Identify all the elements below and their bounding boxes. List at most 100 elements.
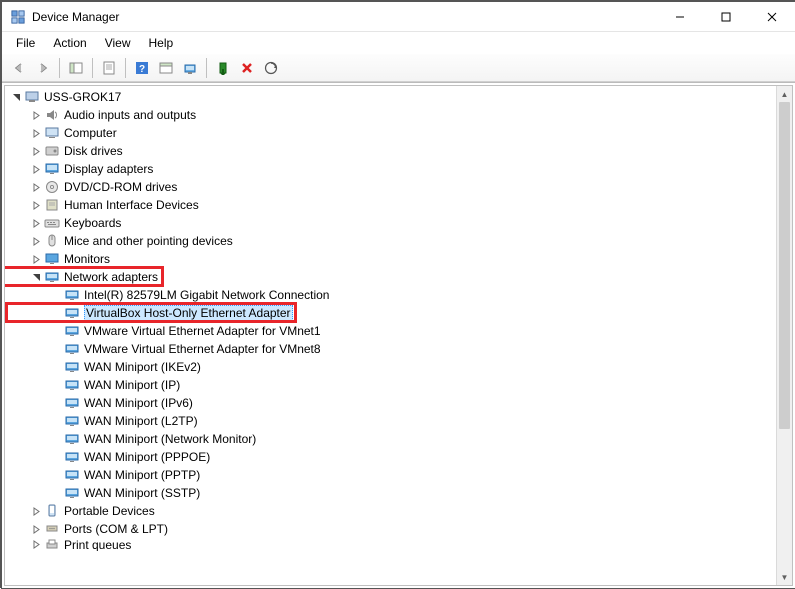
close-button[interactable]	[749, 2, 795, 31]
expand-icon[interactable]	[29, 234, 43, 248]
tree-item-label: Network adapters	[64, 270, 158, 284]
tree-item-label: Ports (COM & LPT)	[64, 522, 168, 536]
tree-device[interactable]: WAN Miniport (L2TP)	[5, 412, 776, 430]
tree-device[interactable]: WAN Miniport (IPv6)	[5, 394, 776, 412]
menu-view[interactable]: View	[97, 34, 139, 52]
display-icon	[44, 161, 60, 177]
enable-device-button[interactable]	[212, 57, 234, 79]
tree-item-label: VMware Virtual Ethernet Adapter for VMne…	[84, 342, 321, 356]
expand-icon[interactable]	[29, 538, 43, 551]
tree-category[interactable]: Print queues	[5, 538, 776, 551]
window-title: Device Manager	[32, 10, 657, 24]
expand-icon[interactable]	[29, 216, 43, 230]
expander-placeholder	[49, 414, 63, 428]
expand-icon[interactable]	[29, 252, 43, 266]
tree-root[interactable]: USS-GROK17	[5, 88, 776, 106]
tree-device[interactable]: WAN Miniport (PPTP)	[5, 466, 776, 484]
expander-placeholder	[49, 396, 63, 410]
scroll-up-button[interactable]: ▲	[777, 86, 792, 102]
monitor-icon	[44, 251, 60, 267]
update-driver-button[interactable]	[179, 57, 201, 79]
tree-device[interactable]: WAN Miniport (IKEv2)	[5, 358, 776, 376]
computer-icon	[44, 125, 60, 141]
tree-category[interactable]: Ports (COM & LPT)	[5, 520, 776, 538]
help-button[interactable]: ?	[131, 57, 153, 79]
minimize-button[interactable]	[657, 2, 703, 31]
titlebar: Device Manager	[2, 2, 795, 32]
network-adapter-icon	[64, 323, 80, 339]
tree-device[interactable]: WAN Miniport (PPPOE)	[5, 448, 776, 466]
toolbar: ?	[2, 54, 795, 82]
tree-item-label: USS-GROK17	[44, 90, 121, 104]
dvd-icon	[44, 179, 60, 195]
expand-icon[interactable]	[29, 108, 43, 122]
back-button[interactable]	[8, 57, 30, 79]
expand-icon[interactable]	[29, 504, 43, 518]
tree-item-label: Intel(R) 82579LM Gigabit Network Connect…	[84, 288, 329, 302]
expand-icon[interactable]	[29, 180, 43, 194]
expand-icon[interactable]	[29, 198, 43, 212]
tree-category[interactable]: Keyboards	[5, 214, 776, 232]
maximize-button[interactable]	[703, 2, 749, 31]
uninstall-device-button[interactable]	[236, 57, 258, 79]
expander-placeholder	[49, 306, 63, 320]
keyboard-icon	[44, 215, 60, 231]
ports-icon	[44, 521, 60, 537]
show-hide-tree-button[interactable]	[65, 57, 87, 79]
tree-category[interactable]: DVD/CD-ROM drives	[5, 178, 776, 196]
tree-device[interactable]: VMware Virtual Ethernet Adapter for VMne…	[5, 322, 776, 340]
network-adapter-icon	[64, 413, 80, 429]
tree-device[interactable]: WAN Miniport (SSTP)	[5, 484, 776, 502]
network-adapter-icon	[64, 485, 80, 501]
scroll-down-button[interactable]: ▼	[777, 569, 792, 585]
tree-category[interactable]: Computer	[5, 124, 776, 142]
tree-category[interactable]: Human Interface Devices	[5, 196, 776, 214]
vertical-scrollbar[interactable]: ▲ ▼	[776, 86, 792, 585]
collapse-icon[interactable]	[29, 270, 43, 284]
network-adapter-icon	[64, 395, 80, 411]
tree-item-label: Keyboards	[64, 216, 121, 230]
device-tree[interactable]: USS-GROK17 Audio inputs and outputsComput…	[5, 86, 776, 585]
tree-item-label: WAN Miniport (IP)	[84, 378, 180, 392]
forward-button[interactable]	[32, 57, 54, 79]
tree-category[interactable]: Disk drives	[5, 142, 776, 160]
tree-device[interactable]: VMware Virtual Ethernet Adapter for VMne…	[5, 340, 776, 358]
menu-help[interactable]: Help	[141, 34, 182, 52]
hid-icon	[44, 197, 60, 213]
tree-category[interactable]: Portable Devices	[5, 502, 776, 520]
portable-icon	[44, 503, 60, 519]
menu-file[interactable]: File	[8, 34, 43, 52]
expander-placeholder	[49, 432, 63, 446]
scan-hardware-button[interactable]	[260, 57, 282, 79]
expand-icon[interactable]	[29, 144, 43, 158]
collapse-icon[interactable]	[9, 90, 23, 104]
action-list-button[interactable]	[155, 57, 177, 79]
expander-placeholder	[49, 486, 63, 500]
properties-button[interactable]	[98, 57, 120, 79]
expander-placeholder	[49, 468, 63, 482]
tree-category[interactable]: Audio inputs and outputs	[5, 106, 776, 124]
tree-item-label: VirtualBox Host-Only Ethernet Adapter	[84, 305, 293, 321]
tree-category[interactable]: Mice and other pointing devices	[5, 232, 776, 250]
disk-icon	[44, 143, 60, 159]
tree-category[interactable]: Monitors	[5, 250, 776, 268]
tree-device[interactable]: VirtualBox Host-Only Ethernet Adapter	[5, 304, 776, 322]
tree-item-label: VMware Virtual Ethernet Adapter for VMne…	[84, 324, 321, 338]
expand-icon[interactable]	[29, 126, 43, 140]
network-adapter-icon	[64, 341, 80, 357]
tree-device[interactable]: Intel(R) 82579LM Gigabit Network Connect…	[5, 286, 776, 304]
tree-device[interactable]: WAN Miniport (IP)	[5, 376, 776, 394]
tree-device[interactable]: WAN Miniport (Network Monitor)	[5, 430, 776, 448]
network-adapter-icon	[64, 449, 80, 465]
menu-action[interactable]: Action	[45, 34, 94, 52]
menubar: File Action View Help	[2, 32, 795, 54]
tree-category[interactable]: Display adapters	[5, 160, 776, 178]
tree-item-label: WAN Miniport (PPTP)	[84, 468, 200, 482]
tree-category[interactable]: Network adapters	[5, 268, 776, 286]
expand-icon[interactable]	[29, 522, 43, 536]
scroll-track[interactable]	[777, 102, 792, 569]
scroll-thumb[interactable]	[779, 102, 790, 429]
expand-icon[interactable]	[29, 162, 43, 176]
tree-item-label: WAN Miniport (SSTP)	[84, 486, 200, 500]
expander-placeholder	[49, 450, 63, 464]
